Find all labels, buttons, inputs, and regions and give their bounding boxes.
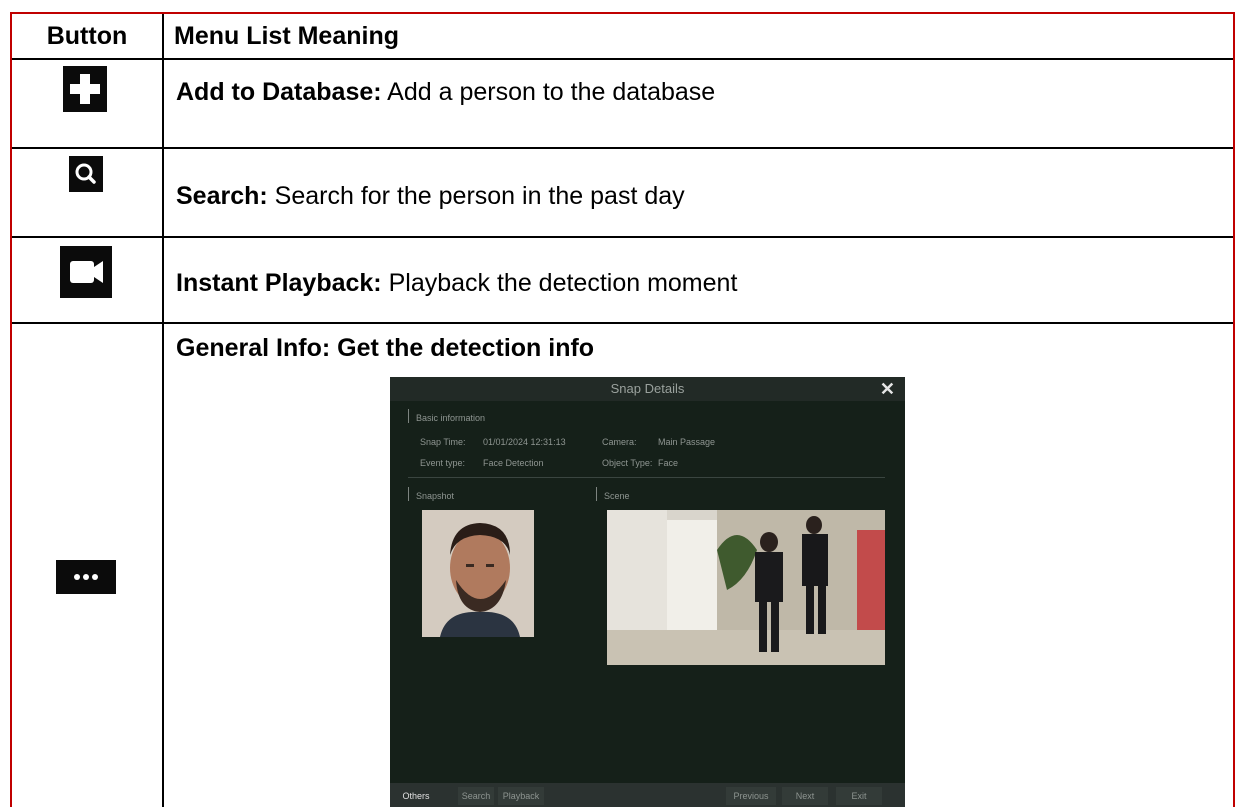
camera-label: Camera:	[602, 437, 637, 447]
table-row: Add to Database: Add a person to the dat…	[176, 78, 715, 107]
scene-image[interactable]	[607, 510, 885, 665]
ellipsis-icon[interactable]	[56, 560, 116, 594]
divider	[12, 147, 1233, 149]
divider	[12, 236, 1233, 238]
table-row: Instant Playback: Playback the detection…	[176, 269, 737, 298]
object-type-value: Face	[658, 458, 679, 468]
scene-label: Scene	[604, 491, 630, 501]
section-heading: General Info: Get the detection info	[176, 334, 595, 362]
row-desc: Search for the person in the past day	[267, 182, 685, 210]
section-marker	[408, 487, 409, 501]
search-icon[interactable]	[69, 156, 103, 192]
previous-button[interactable]: Previous	[726, 787, 776, 805]
divider	[12, 322, 1233, 324]
row-term: Instant Playback:	[176, 269, 382, 297]
row-desc: Add a person to the database	[381, 78, 716, 106]
section-marker	[596, 487, 597, 501]
section-marker	[408, 409, 409, 423]
plus-icon[interactable]	[63, 66, 107, 112]
playback-button[interactable]: Playback	[498, 787, 544, 805]
basic-info-label: Basic information	[416, 413, 486, 423]
close-icon[interactable]: ✕	[880, 379, 895, 400]
others-button[interactable]: Others	[396, 787, 436, 805]
header-meaning: Menu List Meaning	[174, 22, 399, 50]
event-type-label: Event type:	[420, 458, 466, 468]
snapshot-label: Snapshot	[416, 491, 455, 501]
row-term: Add to Database:	[176, 78, 382, 106]
dialog-footer: Others Search Playback Previous Next Exi…	[390, 783, 905, 807]
divider	[408, 477, 885, 478]
snapshot-image[interactable]	[422, 510, 534, 637]
next-button[interactable]: Next	[782, 787, 828, 805]
object-type-label: Object Type:	[602, 458, 653, 468]
video-camera-icon[interactable]	[60, 246, 112, 298]
snap-time-label: Snap Time:	[420, 437, 466, 447]
divider	[12, 58, 1233, 60]
row-term: Search:	[176, 182, 268, 210]
row-desc: Playback the detection moment	[381, 269, 738, 297]
camera-value: Main Passage	[658, 437, 716, 447]
column-separator	[162, 14, 164, 807]
table-header: Button Menu List Meaning	[12, 14, 1233, 58]
header-button: Button	[46, 22, 128, 50]
dialog-title: Snap Details	[390, 377, 905, 401]
event-type-value: Face Detection	[483, 458, 544, 468]
exit-button[interactable]: Exit	[836, 787, 882, 805]
snap-time-value: 01/01/2024 12:31:13	[483, 437, 566, 447]
table-row: Search: Search for the person in the pas…	[176, 182, 685, 211]
snap-details-dialog: Snap Details ✕ Basic information Snap Ti…	[390, 377, 905, 807]
search-button[interactable]: Search	[458, 787, 494, 805]
